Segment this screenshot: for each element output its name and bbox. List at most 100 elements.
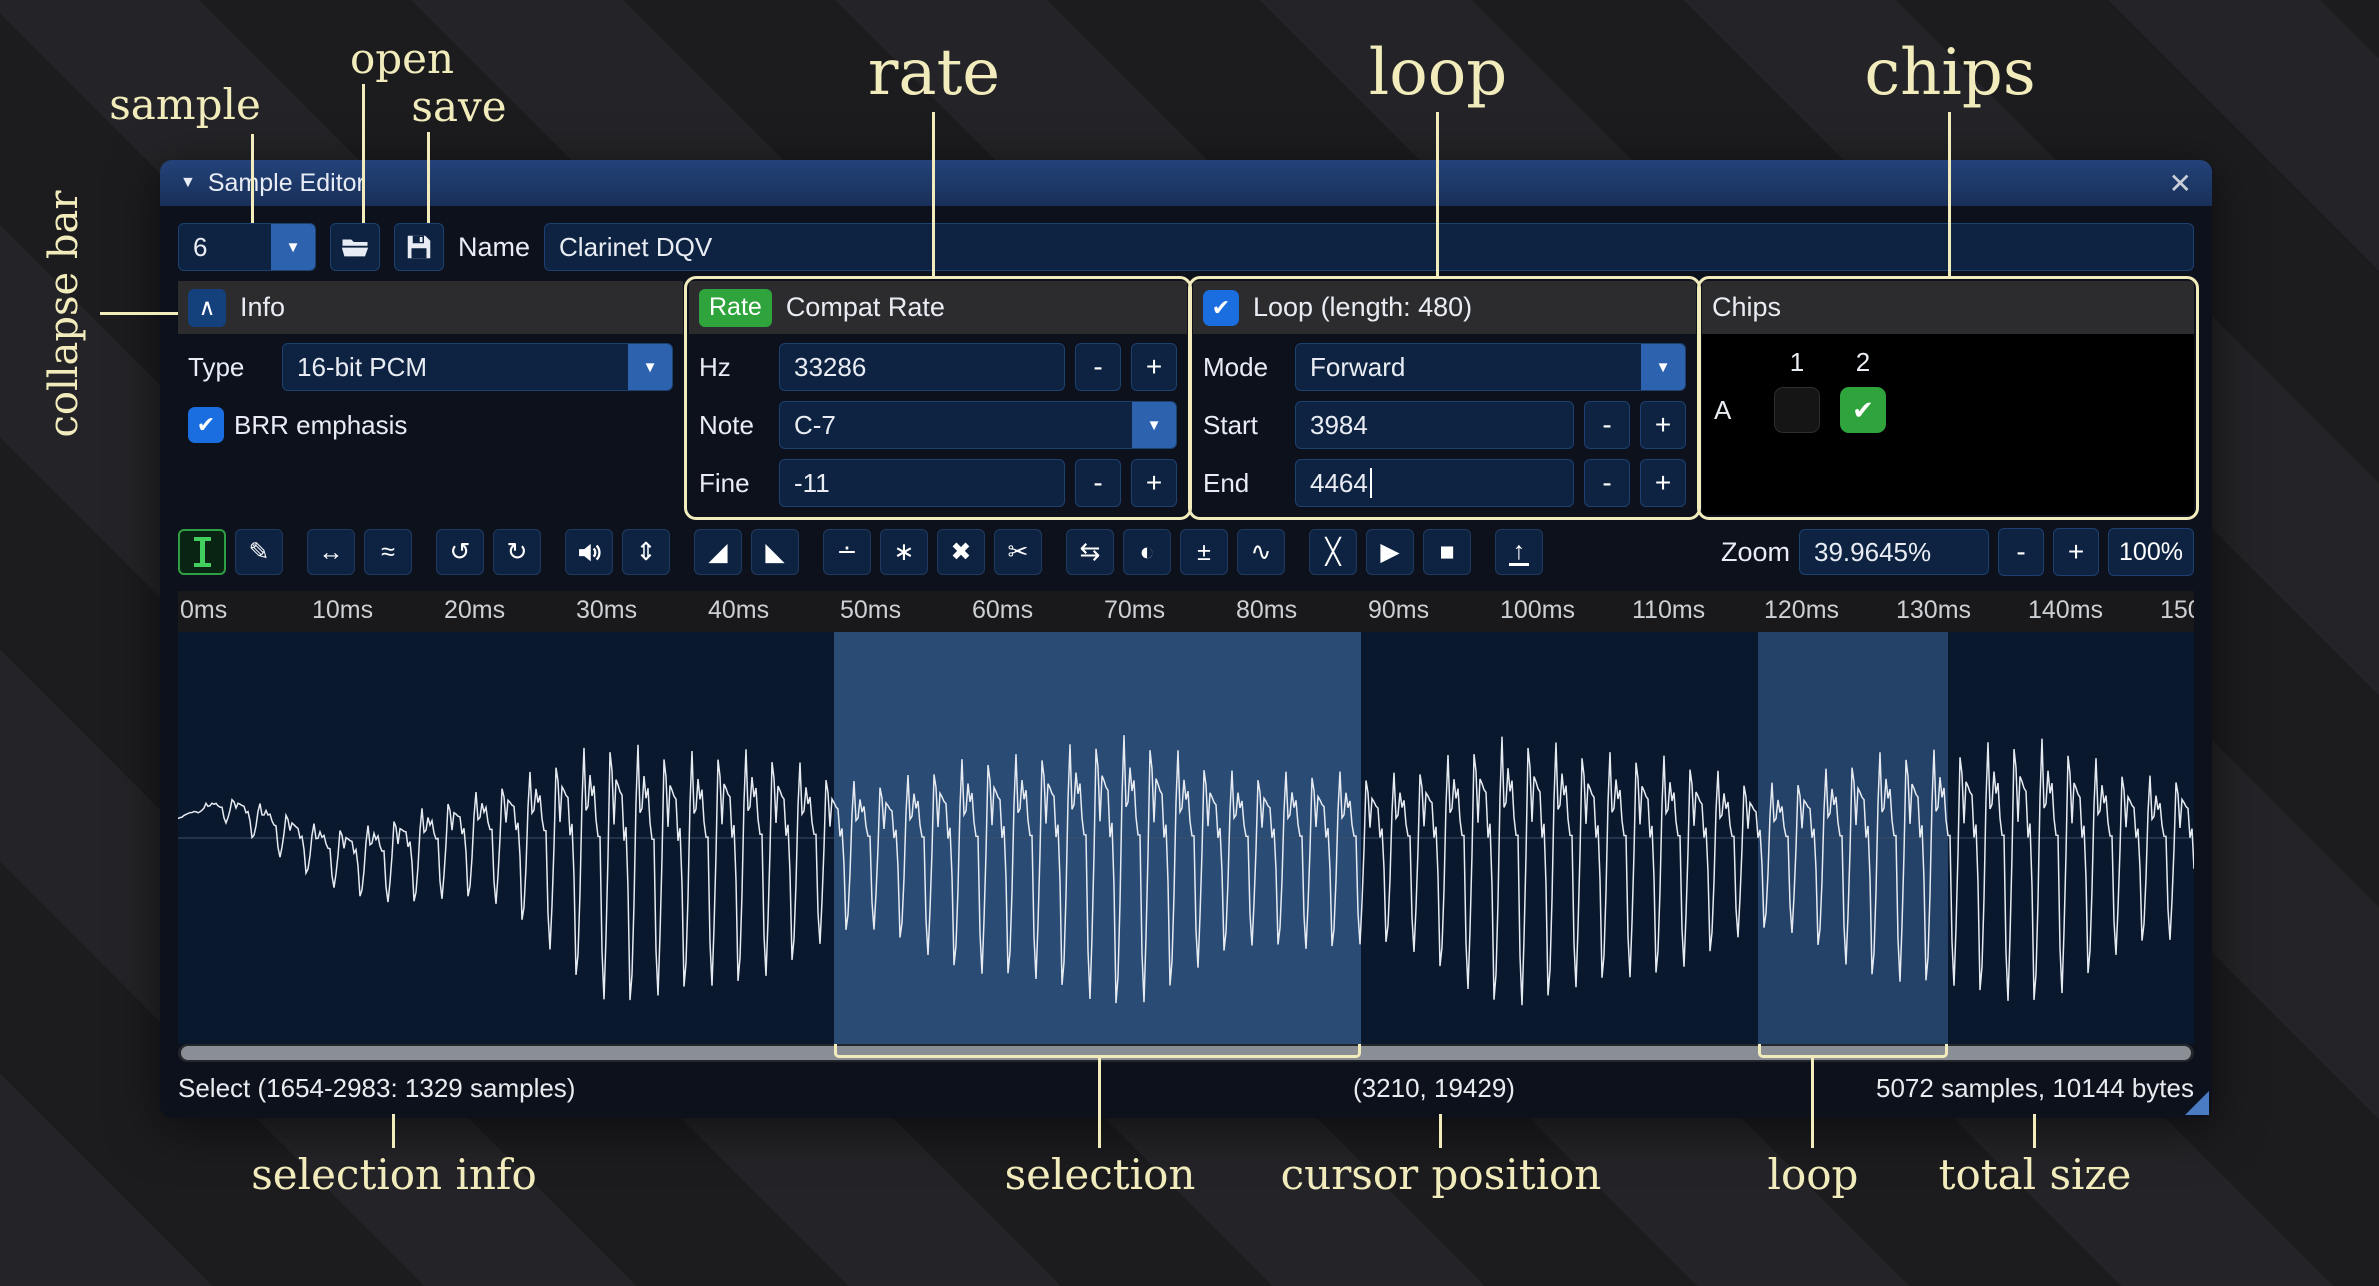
name-label: Name <box>458 232 530 263</box>
annotation-chips-label: chips <box>1864 36 2035 110</box>
open-button[interactable] <box>330 223 380 271</box>
fine-plus-button[interactable]: + <box>1131 459 1177 507</box>
info-panel-header: ∧ Info <box>178 281 683 334</box>
ruler-label: 30ms <box>576 596 637 625</box>
folder-icon <box>340 232 370 262</box>
amplify-button[interactable] <box>565 529 613 575</box>
rate-panel-body: Hz 33286 - + Note C-7 ▼ Fine - <box>689 334 1187 516</box>
floppy-icon <box>404 232 434 262</box>
fine-value: -11 <box>794 468 830 499</box>
trim-button[interactable]: ✂ <box>994 529 1042 575</box>
loop-end-plus-button[interactable]: + <box>1640 459 1686 507</box>
zoom-reset-button[interactable]: 100% <box>2108 528 2194 576</box>
edit-mode-draw-button[interactable]: ✎ <box>235 529 283 575</box>
info-panel: ∧ Info Type 16-bit PCM ▼ ✔ BRR emphasi <box>178 281 683 515</box>
chip-a-1-checkbox[interactable] <box>1774 387 1820 433</box>
brr-emphasis-checkbox[interactable]: ✔ <box>188 407 224 443</box>
rate-badge[interactable]: Rate <box>699 289 772 327</box>
resize-button[interactable]: ↔ <box>307 529 355 575</box>
delete-button[interactable]: ✖ <box>937 529 985 575</box>
zoom-in-button[interactable]: + <box>2053 528 2099 576</box>
close-icon[interactable]: ✕ <box>2169 167 2192 200</box>
type-select[interactable]: 16-bit PCM ▼ <box>282 343 673 391</box>
preview-button[interactable]: ▶ <box>1366 529 1414 575</box>
undo-button[interactable]: ↺ <box>436 529 484 575</box>
waveform-area[interactable] <box>178 632 2194 1044</box>
loop-start-plus-button[interactable]: + <box>1640 401 1686 449</box>
annotation-selection-label: selection <box>1005 1150 1196 1199</box>
chip-a-2-checkbox[interactable]: ✔ <box>1840 387 1886 433</box>
timeline-ruler: 0ms10ms20ms30ms40ms50ms60ms70ms80ms90ms1… <box>178 591 2194 632</box>
loop-end-value: 4464 <box>1310 468 1368 499</box>
sample-number-select[interactable]: 6 ▼ <box>178 223 316 271</box>
create-wavetable-button[interactable]: ↑ <box>1495 529 1543 575</box>
check-icon: ✔ <box>197 412 215 438</box>
crossfade-icon: ╳ <box>1325 537 1340 567</box>
loop-end-input[interactable]: 4464 <box>1295 459 1574 507</box>
name-input[interactable]: Clarinet DQV <box>544 223 2194 271</box>
hz-plus-button[interactable]: + <box>1131 343 1177 391</box>
fade-in-icon: ◢ <box>708 537 727 567</box>
insert-silence-icon: ∸ <box>837 537 858 567</box>
ruler-label: 110ms <box>1632 596 1705 625</box>
zoom-label: Zoom <box>1721 537 1790 568</box>
fade-in-button[interactable]: ◢ <box>694 529 742 575</box>
sign-convert-button[interactable]: ± <box>1180 529 1228 575</box>
dropdown-caret-icon: ▼ <box>628 344 672 390</box>
apply-silence-button[interactable]: ∗ <box>880 529 928 575</box>
fade-out-button[interactable]: ◣ <box>751 529 799 575</box>
loop-enable-checkbox[interactable]: ✔ <box>1203 290 1239 326</box>
titlebar[interactable]: ▼ Sample Editor ✕ <box>160 160 2212 206</box>
ruler-label: 120ms <box>1764 596 1839 625</box>
i-beam-cursor-icon <box>200 540 205 564</box>
loop-start-input[interactable]: 3984 <box>1295 401 1574 449</box>
save-button[interactable] <box>394 223 444 271</box>
loop-end-minus-button[interactable]: - <box>1584 459 1630 507</box>
ruler-label: 40ms <box>708 596 769 625</box>
type-value: 16-bit PCM <box>283 352 628 383</box>
window-content: 6 ▼ Name Clarinet DQV <box>160 223 2212 1114</box>
ruler-label: 90ms <box>1368 596 1429 625</box>
ruler-label: 150ms <box>2160 596 2194 625</box>
window-collapse-icon[interactable]: ▼ <box>180 174 196 192</box>
fine-input[interactable]: -11 <box>779 459 1065 507</box>
annotation-selection-info-line <box>392 1114 395 1148</box>
cursor-position-text: (3210, 19429) <box>1353 1073 1515 1104</box>
annotation-cursor-position-line <box>1439 1114 1442 1148</box>
scrollbar-thumb[interactable] <box>181 1046 2191 1060</box>
speaker-icon <box>575 538 603 566</box>
collapse-bar-button[interactable]: ∧ <box>188 289 226 327</box>
reverse-button[interactable]: ⇆ <box>1066 529 1114 575</box>
rate-panel-title: Compat Rate <box>786 292 945 323</box>
hz-minus-button[interactable]: - <box>1075 343 1121 391</box>
hz-label: Hz <box>699 352 769 383</box>
invert-button[interactable]: ◐ <box>1123 529 1171 575</box>
crossfade-loop-button[interactable]: ╳ <box>1309 529 1357 575</box>
resize-grip[interactable] <box>2185 1091 2209 1115</box>
loop-start-value: 3984 <box>1310 410 1368 441</box>
resize-icon: ↔ <box>319 538 344 567</box>
invert-icon: ◐ <box>1139 538 1154 567</box>
filter-button[interactable]: ∿ <box>1237 529 1285 575</box>
hz-value: 33286 <box>794 352 866 383</box>
chips-panel-header: Chips <box>1702 281 2194 334</box>
redo-button[interactable]: ↻ <box>493 529 541 575</box>
horizontal-scrollbar[interactable] <box>178 1044 2194 1062</box>
zoom-out-button[interactable]: - <box>1998 528 2044 576</box>
fine-minus-button[interactable]: - <box>1075 459 1121 507</box>
resample-button[interactable]: ≈ <box>364 529 412 575</box>
loop-start-minus-button[interactable]: - <box>1584 401 1630 449</box>
upload-icon: ↑ <box>1509 539 1530 566</box>
zoom-input[interactable]: 39.9645% <box>1799 529 1989 575</box>
note-select[interactable]: C-7 ▼ <box>779 401 1177 449</box>
normalize-button[interactable]: ⇕ <box>622 529 670 575</box>
edit-mode-select-button[interactable] <box>178 529 226 575</box>
insert-silence-button[interactable]: ∸ <box>823 529 871 575</box>
loop-mode-select[interactable]: Forward ▼ <box>1295 343 1686 391</box>
brr-emphasis-label: BRR emphasis <box>234 410 407 441</box>
ruler-label: 70ms <box>1104 596 1165 625</box>
hz-input[interactable]: 33286 <box>779 343 1065 391</box>
fine-label: Fine <box>699 468 769 499</box>
waveform-svg <box>178 632 2194 1044</box>
stop-preview-button[interactable]: ■ <box>1423 529 1471 575</box>
